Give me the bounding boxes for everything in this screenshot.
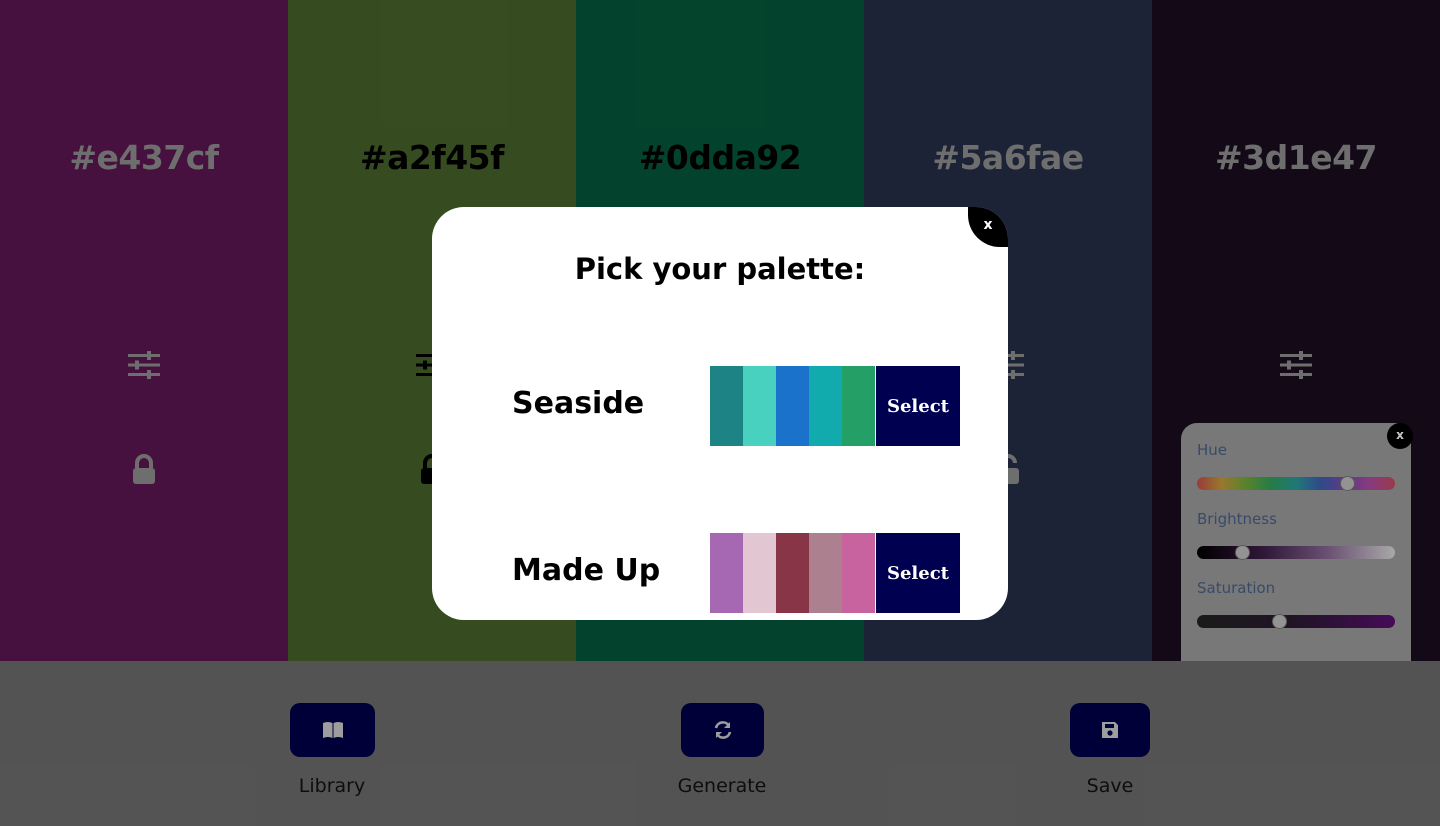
hex-label[interactable]: #e437cf <box>0 138 288 177</box>
book-icon <box>322 722 343 738</box>
save-label: Save <box>1086 775 1134 797</box>
generate-button[interactable] <box>681 703 764 757</box>
palette-name: Made Up <box>512 553 661 588</box>
select-palette-button[interactable]: Select <box>876 533 960 613</box>
lock-icon[interactable] <box>124 450 164 490</box>
palette-swatch <box>776 533 809 613</box>
palette-swatch <box>809 366 842 446</box>
adjust-sliders-panel: x Hue Brightness Saturation <box>1181 423 1413 661</box>
library-modal: x Pick your palette: Seaside Select Made… <box>432 207 1008 620</box>
hue-slider-thumb[interactable] <box>1339 476 1355 491</box>
bottom-panel: Library Generate Save <box>0 661 1440 826</box>
palette-swatch <box>842 533 875 613</box>
palette-name: Seaside <box>512 386 645 421</box>
palette-swatch <box>743 533 776 613</box>
floppy-icon <box>1102 722 1118 738</box>
saturation-slider[interactable] <box>1197 614 1395 629</box>
brightness-slider[interactable] <box>1197 545 1395 560</box>
palette-swatch <box>809 533 842 613</box>
refresh-icon <box>714 721 731 739</box>
palette-swatches <box>710 366 875 446</box>
palette-swatch <box>710 366 743 446</box>
palette-swatch <box>776 366 809 446</box>
library-button[interactable] <box>290 703 375 757</box>
palette-row: Made Up Select <box>432 533 1008 613</box>
save-button[interactable] <box>1070 703 1150 757</box>
palette-swatch <box>743 366 776 446</box>
brightness-label: Brightness <box>1197 510 1277 528</box>
adjust-icon[interactable] <box>1276 345 1316 385</box>
select-palette-button[interactable]: Select <box>876 366 960 446</box>
color-column-1: #e437cf <box>0 0 288 661</box>
hex-label[interactable]: #3d1e47 <box>1152 138 1440 177</box>
palette-swatch <box>842 366 875 446</box>
hex-label[interactable]: #0dda92 <box>576 138 864 177</box>
adjust-icon[interactable] <box>124 345 164 385</box>
palette-swatches <box>710 533 875 613</box>
brightness-slider-thumb[interactable] <box>1235 545 1251 560</box>
saturation-slider-thumb[interactable] <box>1272 614 1288 629</box>
hex-label[interactable]: #5a6fae <box>864 138 1152 177</box>
hue-label: Hue <box>1197 441 1228 459</box>
close-sliders-button[interactable]: x <box>1387 423 1413 449</box>
modal-title: Pick your palette: <box>574 252 866 286</box>
palette-row: Seaside Select <box>432 366 1008 446</box>
saturation-label: Saturation <box>1197 579 1276 597</box>
hex-label[interactable]: #a2f45f <box>288 138 576 177</box>
hue-slider[interactable] <box>1197 476 1395 491</box>
palette-swatch <box>710 533 743 613</box>
generate-label: Generate <box>677 775 767 797</box>
library-label: Library <box>298 775 366 797</box>
